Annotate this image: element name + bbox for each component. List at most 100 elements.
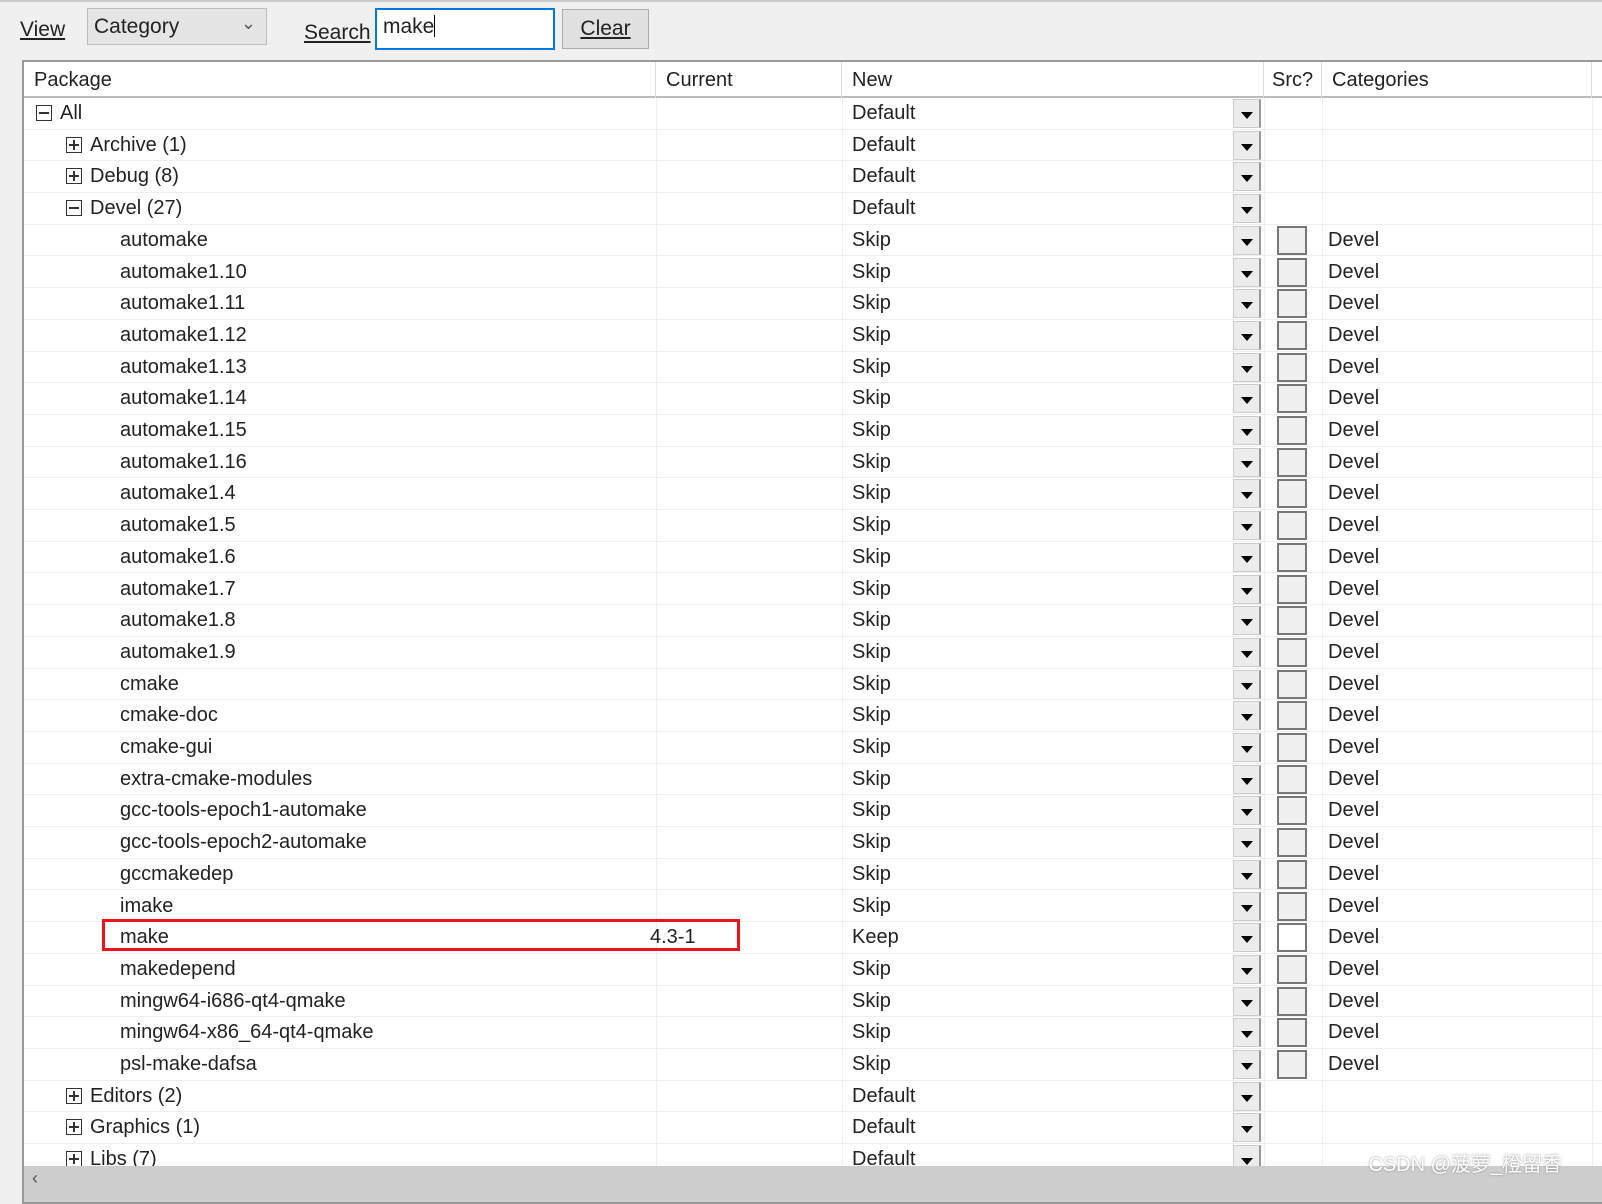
new-action-cell[interactable]: Skip: [852, 827, 891, 859]
new-action-cell[interactable]: Skip: [852, 954, 891, 986]
dropdown-arrow-icon[interactable]: [1233, 130, 1261, 160]
package-name-cell[interactable]: automake1.7: [120, 574, 236, 606]
column-header-categories[interactable]: Categories: [1322, 62, 1592, 98]
package-name-cell[interactable]: automake1.9: [120, 637, 236, 669]
src-checkbox[interactable]: [1277, 606, 1307, 636]
table-row[interactable]: Debug (8) Default: [24, 161, 1602, 194]
table-row[interactable]: mingw64-i686-qt4-qmake Skip Devel: [24, 986, 1602, 1018]
table-row[interactable]: automake1.10 Skip Devel: [24, 257, 1602, 289]
package-name-cell[interactable]: gcc-tools-epoch1-automake: [120, 795, 367, 827]
new-action-cell[interactable]: Skip: [852, 986, 891, 1018]
src-checkbox[interactable]: [1277, 447, 1307, 477]
dropdown-arrow-icon[interactable]: [1233, 479, 1261, 509]
new-action-cell[interactable]: Skip: [852, 859, 891, 891]
view-select[interactable]: Category ⌄: [87, 8, 267, 45]
new-action-cell[interactable]: Skip: [852, 764, 891, 796]
package-name-cell[interactable]: mingw64-i686-qt4-qmake: [120, 986, 346, 1018]
package-name-cell[interactable]: automake1.13: [120, 352, 247, 384]
new-action-cell[interactable]: Skip: [852, 795, 891, 827]
table-row[interactable]: cmake Skip Devel: [24, 669, 1602, 701]
new-action-cell[interactable]: Skip: [852, 542, 891, 574]
dropdown-arrow-icon[interactable]: [1233, 986, 1261, 1016]
column-header-new[interactable]: New: [842, 62, 1264, 98]
dropdown-arrow-icon[interactable]: [1233, 764, 1261, 794]
src-checkbox[interactable]: [1277, 1018, 1307, 1048]
package-name-cell[interactable]: automake1.14: [120, 383, 247, 415]
new-action-cell[interactable]: Default: [852, 98, 915, 130]
dropdown-arrow-icon[interactable]: [1233, 162, 1261, 192]
table-row[interactable]: gccmakedep Skip Devel: [24, 859, 1602, 891]
dropdown-arrow-icon[interactable]: [1233, 99, 1261, 128]
new-action-cell[interactable]: Keep: [852, 922, 899, 954]
table-row[interactable]: imake Skip Devel: [24, 891, 1602, 923]
new-action-cell[interactable]: Skip: [852, 1049, 891, 1081]
new-action-cell[interactable]: Skip: [852, 1017, 891, 1049]
new-action-cell[interactable]: Skip: [852, 732, 891, 764]
src-checkbox[interactable]: [1277, 733, 1307, 762]
src-checkbox[interactable]: [1277, 764, 1307, 794]
column-header-current[interactable]: Current: [656, 62, 842, 98]
new-action-cell[interactable]: Default: [852, 193, 915, 225]
package-name-cell[interactable]: cmake-gui: [120, 732, 212, 764]
new-action-cell[interactable]: Default: [852, 130, 915, 162]
package-name-cell[interactable]: All: [36, 98, 82, 130]
collapse-icon[interactable]: [66, 200, 82, 217]
src-checkbox[interactable]: [1277, 416, 1307, 445]
new-action-cell[interactable]: Skip: [852, 415, 891, 447]
package-name-cell[interactable]: cmake: [120, 669, 179, 701]
src-checkbox[interactable]: [1277, 511, 1307, 541]
src-checkbox[interactable]: [1277, 954, 1307, 984]
package-name-cell[interactable]: Devel (27): [66, 193, 182, 225]
src-checkbox[interactable]: [1277, 669, 1307, 699]
dropdown-arrow-icon[interactable]: [1233, 701, 1261, 731]
new-action-cell[interactable]: Skip: [852, 891, 891, 923]
package-name-cell[interactable]: automake1.16: [120, 447, 247, 479]
package-name-cell[interactable]: automake1.8: [120, 605, 236, 637]
package-name-cell[interactable]: automake1.10: [120, 257, 247, 289]
dropdown-arrow-icon[interactable]: [1233, 574, 1261, 604]
table-row[interactable]: automake1.12 Skip Devel: [24, 320, 1602, 352]
dropdown-arrow-icon[interactable]: [1233, 859, 1261, 889]
package-name-cell[interactable]: Archive (1): [66, 130, 187, 162]
package-name-cell[interactable]: automake1.5: [120, 510, 236, 542]
package-name-cell[interactable]: automake1.11: [120, 288, 245, 320]
dropdown-arrow-icon[interactable]: [1233, 733, 1261, 762]
table-row[interactable]: automake1.13 Skip Devel: [24, 352, 1602, 384]
dropdown-arrow-icon[interactable]: [1233, 1018, 1261, 1048]
table-row[interactable]: cmake-doc Skip Devel: [24, 700, 1602, 732]
new-action-cell[interactable]: Skip: [852, 700, 891, 732]
table-row[interactable]: automake1.5 Skip Devel: [24, 510, 1602, 542]
new-action-cell[interactable]: Default: [852, 1081, 915, 1113]
dropdown-arrow-icon[interactable]: [1233, 637, 1261, 667]
table-row[interactable]: All Default: [24, 98, 1602, 130]
table-row[interactable]: automake1.14 Skip Devel: [24, 383, 1602, 415]
table-row[interactable]: mingw64-x86_64-qt4-qmake Skip Devel: [24, 1017, 1602, 1049]
expand-icon[interactable]: [66, 1087, 82, 1104]
table-row[interactable]: automake1.4 Skip Devel: [24, 478, 1602, 511]
dropdown-arrow-icon[interactable]: [1233, 828, 1261, 858]
table-row[interactable]: Archive (1) Default: [24, 130, 1602, 162]
package-name-cell[interactable]: automake1.12: [120, 320, 247, 352]
dropdown-arrow-icon[interactable]: [1233, 320, 1261, 350]
table-row[interactable]: gcc-tools-epoch1-automake Skip Devel: [24, 795, 1602, 828]
package-name-cell[interactable]: imake: [120, 891, 173, 923]
src-checkbox[interactable]: [1277, 859, 1307, 889]
src-checkbox[interactable]: [1277, 923, 1307, 953]
new-action-cell[interactable]: Default: [852, 1112, 915, 1144]
dropdown-arrow-icon[interactable]: [1233, 954, 1261, 984]
table-row[interactable]: psl-make-dafsa Skip Devel: [24, 1049, 1602, 1081]
package-name-cell[interactable]: gccmakedep: [120, 859, 233, 891]
dropdown-arrow-icon[interactable]: [1233, 606, 1261, 636]
src-checkbox[interactable]: [1277, 796, 1307, 826]
new-action-cell[interactable]: Default: [852, 161, 915, 193]
dropdown-arrow-icon[interactable]: [1233, 1050, 1261, 1079]
new-action-cell[interactable]: Skip: [852, 574, 891, 606]
src-checkbox[interactable]: [1277, 828, 1307, 858]
dropdown-arrow-icon[interactable]: [1233, 511, 1261, 541]
expand-icon[interactable]: [66, 136, 82, 153]
package-name-cell[interactable]: makedepend: [120, 954, 236, 986]
dropdown-arrow-icon[interactable]: [1233, 289, 1261, 319]
table-row[interactable]: automake1.6 Skip Devel: [24, 542, 1602, 574]
table-row[interactable]: automake1.15 Skip Devel: [24, 415, 1602, 447]
src-checkbox[interactable]: [1277, 542, 1307, 572]
